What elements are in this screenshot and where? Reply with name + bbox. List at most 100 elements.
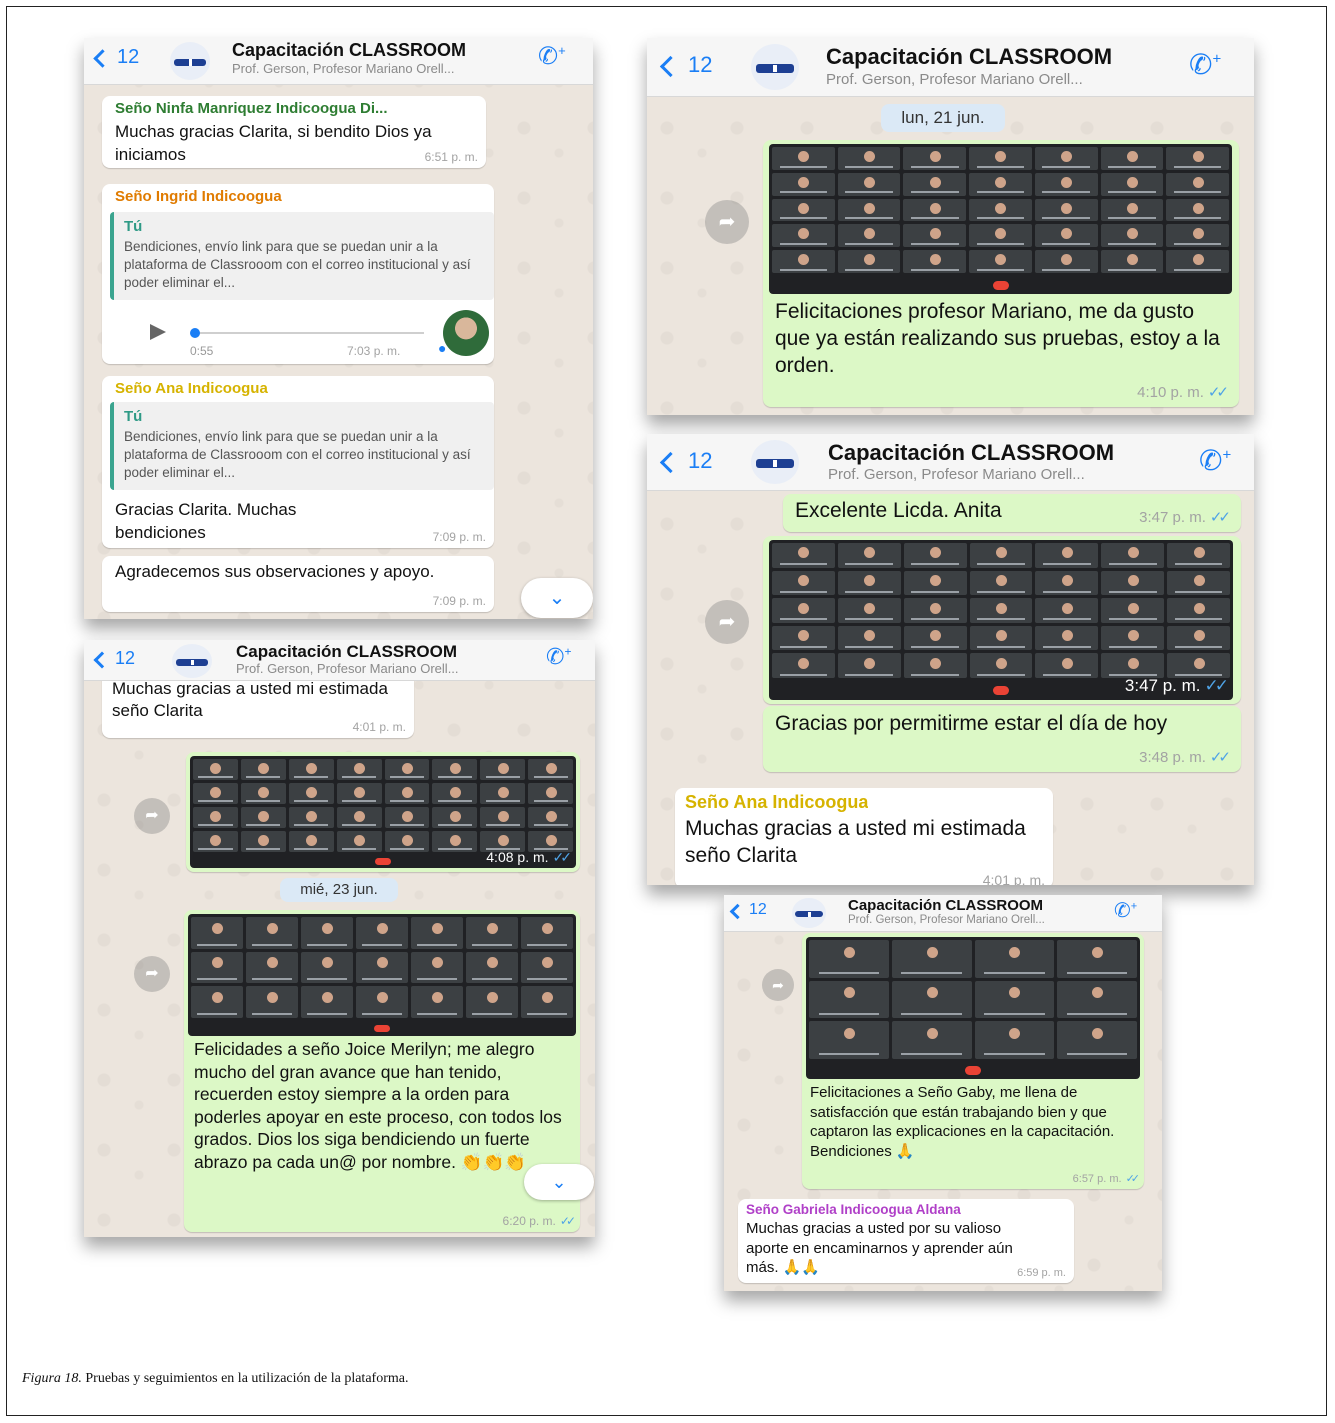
message-incoming[interactable]: Seño Ninfa Manriquez Indicoogua Di... Mu… [102,96,486,168]
participant-tile [969,653,1033,678]
meeting-screenshot-image[interactable] [188,914,576,1036]
group-name[interactable]: Capacitación CLASSROOM [828,440,1114,466]
participant-tile [336,831,382,852]
participant-tile [1100,224,1164,248]
participant-tile [772,543,835,568]
message-incoming[interactable]: Seño Ana Indicoogua Tú Bendiciones, enví… [102,376,494,548]
audio-scrubber[interactable] [190,328,200,338]
scroll-down-button[interactable]: ⌄ [524,1164,594,1200]
read-receipt-icon: ✓✓ [1207,384,1229,401]
forward-icon[interactable]: ➦ [134,798,170,834]
message-outgoing[interactable]: Felicitaciones profesor Mariano, me da g… [763,140,1239,407]
group-avatar[interactable] [172,644,212,678]
message-image[interactable]: 3:47 p. m. ✓✓ [763,536,1241,704]
participant-tile [1166,224,1229,248]
participant-tile [903,625,967,651]
back-button[interactable]: 12 [93,46,139,69]
participant-tile [336,759,382,780]
scroll-down-button[interactable]: ⌄ [521,578,593,618]
audio-progress[interactable] [194,332,424,334]
back-button[interactable]: 12 [659,52,712,78]
message-outgoing[interactable]: Felicitaciones a Seño Gaby, me llena de … [802,933,1144,1189]
group-name[interactable]: Capacitación CLASSROOM [826,44,1112,70]
group-name[interactable]: Capacitación CLASSROOM [232,40,466,61]
meeting-controls-bar [188,1021,576,1036]
participant-tile [191,917,243,949]
participant-tile [1034,172,1098,196]
participant-tile [837,653,901,678]
participant-tile [466,951,518,984]
add-call-icon[interactable]: ✆+ [1189,48,1221,81]
participant-tile [1166,147,1229,170]
quoted-message[interactable]: Tú Bendiciones, envío link para que se p… [110,402,494,490]
participant-tile [837,224,901,248]
message-outgoing[interactable]: Gracias por permitirme estar el día de h… [763,706,1241,772]
back-button[interactable]: 12 [93,648,135,669]
message-incoming[interactable]: Agradecemos sus observaciones y apoyo. 7… [102,556,494,612]
participant-tile [809,1021,889,1059]
forward-icon[interactable]: ➦ [134,956,170,992]
participant-tile [521,951,573,984]
participant-tile [301,951,353,984]
message-image[interactable]: 4:08 p. m. ✓✓ [186,752,580,872]
meeting-controls-bar [806,1062,1140,1079]
participant-tile [772,570,835,596]
message-incoming[interactable]: Seño Ana Indicoogua Muchas gracias a ust… [675,788,1053,885]
group-avatar[interactable] [751,440,799,484]
participant-tile [288,807,334,828]
forward-icon[interactable]: ➦ [705,600,749,644]
message-outgoing[interactable]: Felicidades a seño Joice Merilyn; me ale… [184,910,580,1232]
meeting-controls-bar [769,276,1232,294]
participant-tile [809,940,889,978]
participant-tile [240,831,286,852]
participant-tile [1166,250,1229,273]
participant-tile [772,198,835,222]
voice-message[interactable]: Seño Ingrid Indicoogua Tú Bendiciones, e… [102,184,494,364]
back-button[interactable]: 12 [659,448,712,474]
participant-tile [1101,570,1165,596]
forward-icon[interactable]: ➦ [762,969,794,1001]
participant-tile [1100,172,1164,196]
group-name[interactable]: Capacitación CLASSROOM [848,897,1043,914]
message-incoming[interactable]: Seño Gabriela Indicoogua Aldana Muchas g… [738,1199,1074,1283]
add-call-icon[interactable]: ✆+ [1199,444,1231,477]
group-avatar[interactable] [792,898,826,928]
read-receipt-icon: ✓✓ [1204,676,1229,695]
participant-tile [521,917,573,949]
group-name[interactable]: Capacitación CLASSROOM [236,642,457,662]
group-avatar[interactable] [751,44,799,90]
participant-tile [288,783,334,804]
add-call-icon[interactable]: ✆+ [538,42,566,71]
quoted-message[interactable]: Tú Bendiciones, envío link para que se p… [110,212,494,300]
participant-tile [837,570,901,596]
meeting-screenshot-image[interactable] [806,937,1140,1079]
hang-up-icon [375,858,391,865]
group-avatar[interactable] [170,42,210,80]
add-call-icon[interactable]: ✆+ [546,644,571,670]
participant-tile [1167,653,1230,678]
group-members: Prof. Gerson, Profesor Mariano Orell... [232,61,455,76]
participant-tile [411,951,463,984]
forward-icon[interactable]: ➦ [705,200,749,244]
participant-tile [891,980,972,1019]
back-button[interactable]: 12 [729,901,767,919]
meeting-screenshot-image[interactable] [769,144,1232,294]
participant-tile [1100,250,1164,273]
participant-tile [466,986,518,1018]
read-receipt-icon: ✓✓ [559,1214,576,1228]
participant-tile [384,807,430,828]
hang-up-icon [993,685,1009,696]
message-outgoing[interactable]: Excelente Licda. Anita 3:47 p. m. ✓✓ [783,494,1241,532]
participant-tile [1167,598,1230,623]
participant-tile [336,807,382,828]
participant-tile [1035,598,1099,623]
chat-header: 12 Capacitación CLASSROOM Prof. Gerson, … [84,38,593,85]
screenshot-chat-4: 12 Capacitación CLASSROOM Prof. Gerson, … [84,640,595,1237]
group-members: Prof. Gerson, Profesor Mariano Orell... [236,661,459,676]
participant-tile [301,986,353,1018]
add-call-icon[interactable]: ✆+ [1114,898,1137,923]
figure-caption: Figura 18. Pruebas y seguimientos en la … [22,1371,408,1387]
participant-tile [1035,625,1099,651]
participant-tile [480,783,526,804]
play-icon[interactable] [150,324,166,340]
